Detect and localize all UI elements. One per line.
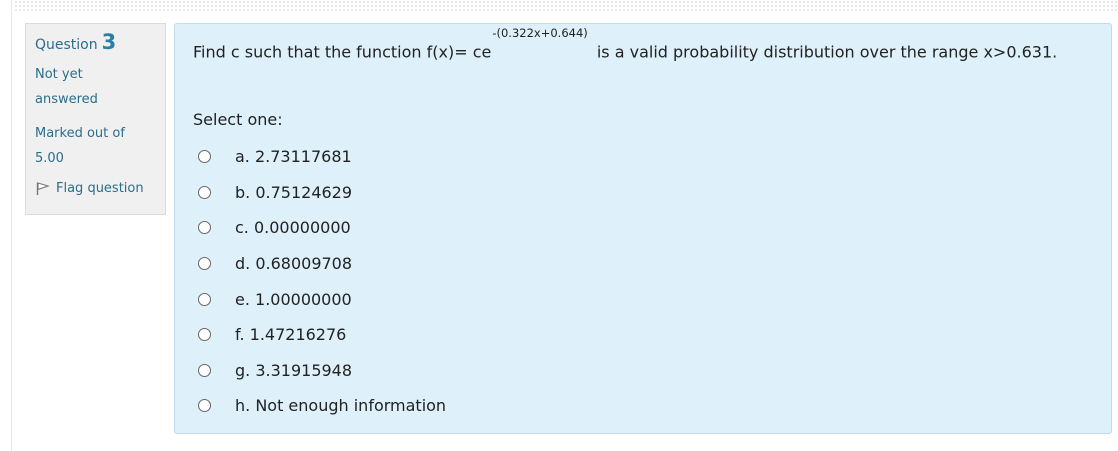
question-info-panel: Question 3 Not yet answered Marked out of…: [25, 23, 166, 215]
answer-option-label: b. 0.75124629: [235, 182, 353, 202]
answer-option-c[interactable]: c. 0.00000000: [195, 210, 446, 246]
answer-option-d[interactable]: d. 0.68009708: [195, 246, 446, 282]
question-number: 3: [101, 30, 117, 54]
radio-button[interactable]: [198, 150, 211, 164]
answer-option-e[interactable]: e. 1.00000000: [195, 281, 446, 317]
answer-option-b[interactable]: b. 0.75124629: [195, 175, 446, 211]
answer-option-label: c. 0.00000000: [235, 218, 351, 238]
flag-icon: [36, 182, 50, 195]
answer-option-label: d. 0.68009708: [235, 254, 353, 274]
question-exponent: -(0.322x+0.644): [492, 26, 588, 40]
question-number-heading: Question 3: [35, 32, 156, 55]
question-text-after: is a valid probability distribution over…: [596, 42, 1058, 62]
flag-question-label: Flag question: [56, 181, 144, 196]
answer-option-label: e. 1.00000000: [235, 289, 352, 309]
answer-option-h[interactable]: h. Not enough information: [195, 388, 446, 424]
question-text-before: Find c such that the function f(x)= ce: [193, 42, 492, 62]
radio-button[interactable]: [198, 185, 211, 199]
answer-option-g[interactable]: g. 3.31915948: [195, 353, 446, 389]
answer-option-f[interactable]: f. 1.47216276: [195, 317, 446, 353]
radio-button[interactable]: [198, 221, 211, 235]
select-one-prompt: Select one:: [193, 110, 283, 129]
question-content: Find c such that the function f(x)= ce-(…: [174, 23, 1112, 434]
top-dotted-border: [14, 0, 1118, 13]
radio-button[interactable]: [198, 328, 211, 342]
question-label: Question: [35, 37, 98, 53]
radio-button[interactable]: [198, 399, 211, 413]
answer-option-label: f. 1.47216276: [235, 325, 347, 345]
answer-option-a[interactable]: a. 2.73117681: [195, 139, 446, 175]
radio-button[interactable]: [198, 257, 211, 271]
flag-question-link[interactable]: Flag question: [35, 181, 156, 196]
answer-options: a. 2.73117681 b. 0.75124629 c. 0.0000000…: [195, 139, 446, 424]
answer-option-label: h. Not enough information: [235, 396, 447, 416]
radio-button[interactable]: [198, 363, 211, 377]
left-divider: [11, 0, 12, 451]
answer-option-label: g. 3.31915948: [235, 360, 353, 380]
answer-option-label: a. 2.73117681: [235, 147, 352, 167]
question-grade: Marked out of 5.00: [35, 126, 125, 166]
radio-button[interactable]: [198, 292, 211, 306]
quiz-page: Question 3 Not yet answered Marked out of…: [0, 0, 1118, 451]
question-text: Find c such that the function f(x)= ce-(…: [193, 26, 1093, 65]
question-state: Not yet answered: [35, 67, 98, 107]
